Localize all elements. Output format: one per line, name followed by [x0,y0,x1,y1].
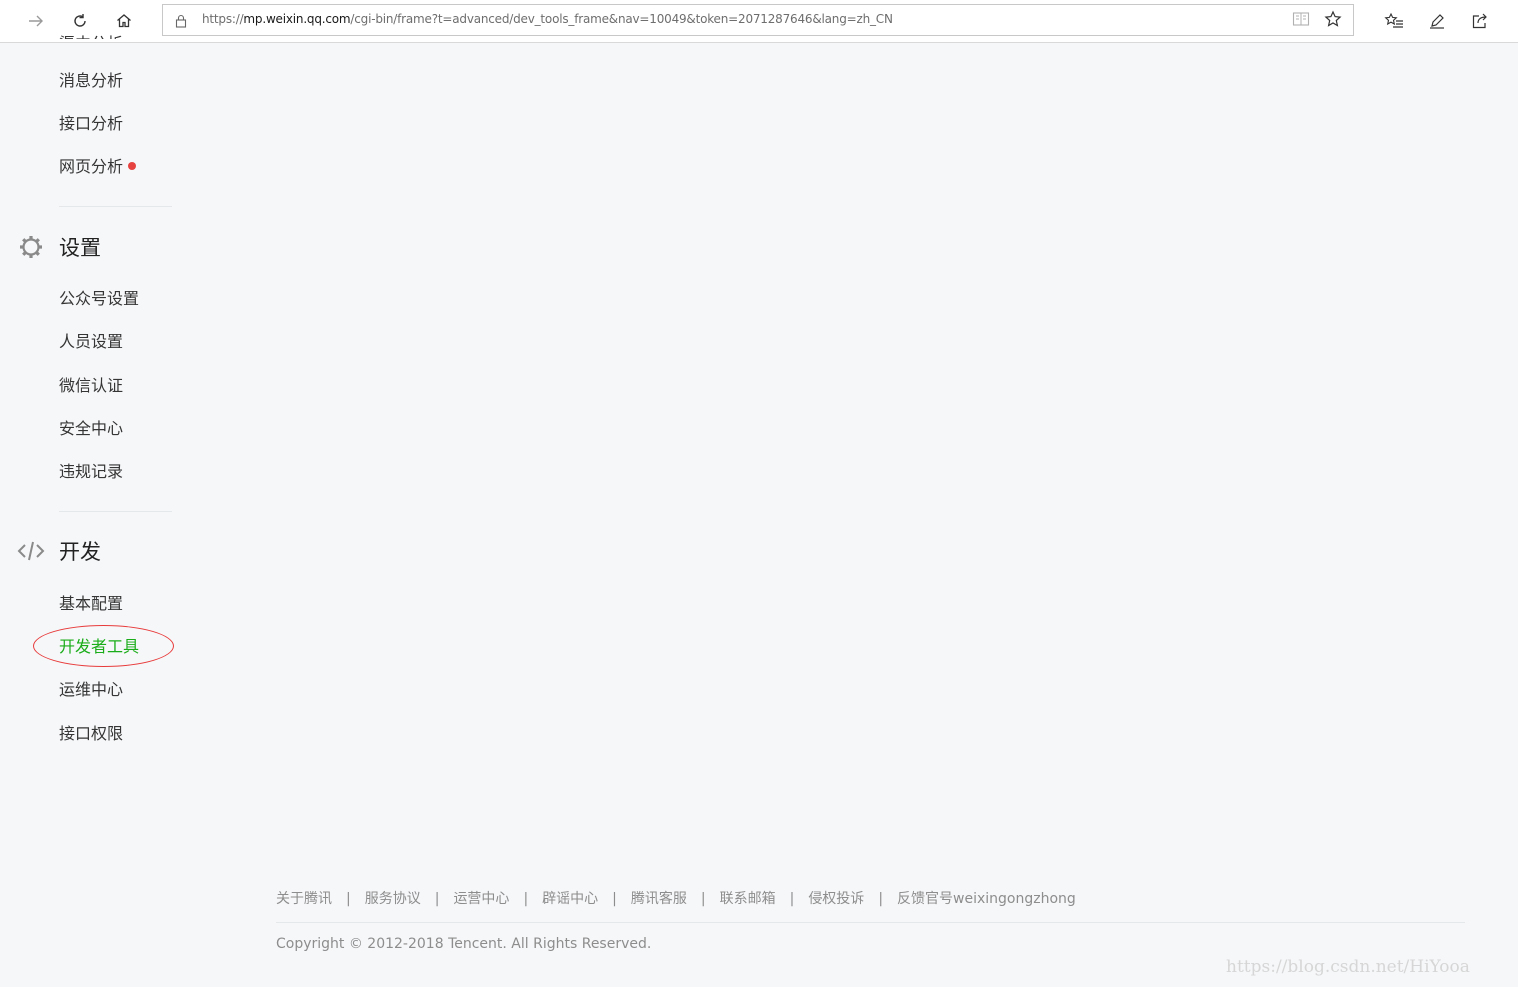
notes-button[interactable] [1422,6,1452,36]
share-icon [1471,12,1489,30]
reading-view-button[interactable] [1290,10,1312,32]
sidebar-item-webpage-analysis[interactable]: 网页分析 [59,156,137,178]
url-scheme: https:// [202,12,244,26]
footer-separator: | [612,891,617,907]
footer-divider [276,922,1465,923]
sidebar-item-violation-records[interactable]: 违规记录 [59,461,123,483]
sidebar-divider [59,511,172,512]
sidebar-item-staff-settings[interactable]: 人员设置 [59,331,123,353]
pen-icon [1428,12,1446,30]
sidebar-item-label: 开发者工具 [59,637,140,656]
sidebar-item-message-analysis[interactable]: 消息分析 [59,70,123,92]
footer-separator: | [434,891,440,907]
footer-links: 关于腾讯 | 服务协议 | 运营中心 | 辟谣中心 | 腾讯客服 | 联系邮箱 | 侵权投诉 | 反馈官号w… [276,889,1076,909]
sidebar-item-developer-tools[interactable]: 开发者工具 [59,636,139,658]
sidebar-divider [59,206,172,207]
sidebar-item-label: 网页分析 [59,157,124,176]
sidebar-item-label: 人员设置 [59,332,124,351]
reading-view-icon [1292,11,1310,31]
sidebar-item-label: 基本配置 [59,594,124,613]
address-bar[interactable]: https://mp.weixin.qq.com/cgi-bin/frame?t… [162,4,1354,36]
home-button[interactable] [109,6,139,36]
footer-link-rumor-center[interactable]: 辟谣中心 [542,891,598,907]
sidebar-item-clipped[interactable]: 渠中分析 [59,33,123,39]
sidebar-item-ops-center[interactable]: 运维中心 [59,679,123,701]
footer-link-about[interactable]: 关于腾讯 [276,891,332,907]
footer-link-customer-service[interactable]: 腾讯客服 [631,891,687,907]
url-host: mp.weixin.qq.com [243,12,351,26]
sidebar-item-label: 接口权限 [59,724,124,743]
url-path: /cgi-bin/frame?t=advanced/dev_tools_fram… [350,12,893,26]
home-icon [115,12,133,30]
footer-link-infringement-complaint[interactable]: 侵权投诉 [808,891,864,907]
star-icon [1324,10,1342,32]
footer-separator: | [700,891,706,907]
favorite-button[interactable] [1322,10,1344,32]
refresh-icon [71,12,89,30]
sidebar-item-label: 公众号设置 [59,289,140,308]
footer-separator: | [878,891,884,907]
sidebar-item-api-permissions[interactable]: 接口权限 [59,723,123,745]
favorites-hub-button[interactable] [1379,6,1409,36]
sidebar-item-security-center[interactable]: 安全中心 [59,418,123,440]
gear-icon [17,233,45,261]
sidebar-item-basic-config[interactable]: 基本配置 [59,593,123,615]
sidebar: 渠中分析 消息分析 接口分析 网页分析 设置 公众号设置 人员设置 微信认证 安… [0,34,200,843]
forward-button[interactable] [21,6,51,36]
new-badge-dot [128,162,137,170]
sidebar-item-account-settings[interactable]: 公众号设置 [59,288,139,310]
footer-separator: | [523,891,529,907]
footer-separator: | [346,891,351,907]
url-text[interactable]: https://mp.weixin.qq.com/cgi-bin/frame?t… [202,11,893,27]
refresh-button[interactable] [65,6,95,36]
footer-separator: | [789,891,795,907]
sidebar-item-api-analysis[interactable]: 接口分析 [59,113,123,135]
lock-icon [175,13,187,32]
browser-toolbar: https://mp.weixin.qq.com/cgi-bin/frame?t… [0,0,1518,43]
share-button[interactable] [1465,6,1495,36]
sidebar-item-wechat-verification[interactable]: 微信认证 [59,375,123,397]
sidebar-item-label: 微信认证 [59,376,124,395]
sidebar-item-label: 消息分析 [59,71,124,90]
sidebar-item-label: 安全中心 [59,419,124,438]
sidebar-item-label: 违规记录 [59,462,124,481]
copyright-text: Copyright © 2012-2018 Tencent. All Right… [276,936,652,952]
footer-link-service-agreement[interactable]: 服务协议 [365,891,421,907]
favorites-list-icon [1384,12,1404,30]
footer-link-contact-email[interactable]: 联系邮箱 [720,891,776,907]
watermark-text: https://blog.csdn.net/HiYooa [1226,957,1470,977]
sidebar-item-label: 运维中心 [59,680,124,699]
footer-link-operations-center[interactable]: 运营中心 [453,891,509,907]
footer-link-feedback-account[interactable]: 反馈官号weixingongzhong [897,891,1076,907]
forward-arrow-icon [27,12,45,30]
sidebar-item-label: 接口分析 [59,114,124,133]
code-icon [17,537,45,565]
section-title-settings: 设置 [59,236,101,260]
section-title-develop: 开发 [59,540,101,564]
